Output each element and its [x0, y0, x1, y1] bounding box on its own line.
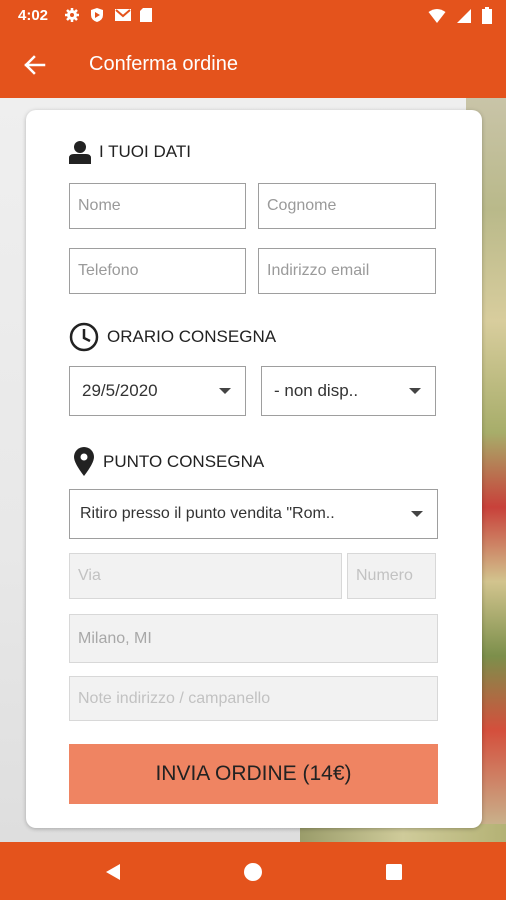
- city-field: Milano, MI: [69, 614, 438, 663]
- submit-order-label: INVIA ORDINE (14€): [155, 762, 352, 785]
- status-time: 4:02: [18, 7, 49, 24]
- surname-placeholder: Cognome: [267, 197, 337, 214]
- nav-home-icon[interactable]: [242, 861, 264, 883]
- phone-placeholder: Telefono: [78, 262, 139, 279]
- delivery-point-select[interactable]: Ritiro presso il punto vendita "Rom..: [69, 489, 438, 539]
- name-placeholder: Nome: [78, 197, 121, 214]
- shield-icon: [89, 7, 105, 23]
- time-value: - non disp..: [274, 381, 359, 400]
- app-bar: Conferma ordine: [0, 32, 506, 98]
- signal-icon: [456, 8, 472, 29]
- address-notes-placeholder: Note indirizzo / campanello: [78, 689, 271, 707]
- battery-icon: [482, 7, 492, 29]
- surname-field[interactable]: Cognome: [258, 183, 436, 229]
- name-field[interactable]: Nome: [69, 183, 246, 229]
- delivery-point-value: Ritiro presso il punto vendita "Rom..: [80, 505, 335, 522]
- submit-order-button[interactable]: INVIA ORDINE (14€): [69, 744, 438, 804]
- dropdown-arrow-icon: [219, 388, 231, 394]
- date-value: 29/5/2020: [82, 381, 158, 400]
- wifi-icon: [428, 8, 446, 29]
- page-title: Conferma ordine: [89, 53, 238, 75]
- date-select[interactable]: 29/5/2020: [69, 366, 246, 416]
- back-arrow-icon[interactable]: [22, 52, 48, 78]
- address-notes-field: Note indirizzo / campanello: [69, 676, 438, 721]
- sd-card-icon: [139, 7, 155, 23]
- delivery-time-title: ORARIO CONSEGNA: [107, 327, 277, 346]
- personal-data-header: I TUOI DATI: [69, 140, 191, 164]
- street-number-placeholder: Numero: [356, 567, 413, 584]
- dropdown-arrow-icon: [409, 388, 421, 394]
- street-number-field: Numero: [347, 553, 436, 599]
- street-placeholder: Via: [78, 567, 101, 584]
- settings-icon: [64, 7, 80, 23]
- person-icon: [69, 140, 91, 164]
- clock-icon: [69, 322, 99, 352]
- navigation-bar: [0, 842, 506, 900]
- delivery-point-title: PUNTO CONSEGNA: [103, 452, 265, 471]
- time-select[interactable]: - non disp..: [261, 366, 436, 416]
- delivery-point-header: PUNTO CONSEGNA: [73, 447, 264, 477]
- status-bar: 4:02: [0, 0, 506, 32]
- location-pin-icon: [73, 447, 95, 477]
- nav-back-icon[interactable]: [102, 861, 124, 883]
- personal-data-title: I TUOI DATI: [99, 142, 191, 161]
- delivery-time-header: ORARIO CONSEGNA: [69, 322, 276, 352]
- city-value: Milano, MI: [78, 629, 152, 647]
- gmail-icon: [114, 7, 131, 23]
- phone-field[interactable]: Telefono: [69, 248, 246, 294]
- nav-recents-icon[interactable]: [383, 861, 405, 883]
- email-field[interactable]: Indirizzo email: [258, 248, 436, 294]
- dropdown-arrow-icon: [411, 511, 423, 517]
- email-placeholder: Indirizzo email: [267, 262, 370, 279]
- street-field: Via: [69, 553, 342, 599]
